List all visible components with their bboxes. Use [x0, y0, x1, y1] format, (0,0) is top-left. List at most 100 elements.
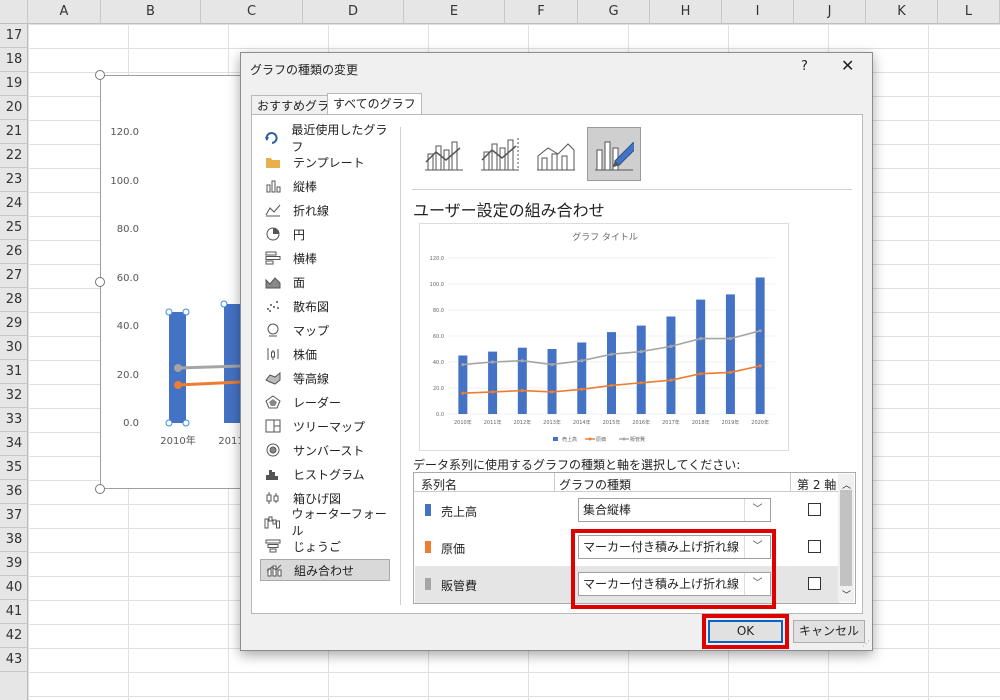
column-header[interactable]: I [722, 0, 794, 24]
row-header[interactable]: 36 [0, 480, 28, 504]
clustered-column-line-button[interactable] [417, 127, 471, 181]
row-header[interactable]: 28 [0, 288, 28, 312]
line-marker[interactable] [461, 363, 465, 367]
row-header[interactable]: 40 [0, 576, 28, 600]
column-header[interactable]: D [303, 0, 404, 24]
row-header[interactable]: 37 [0, 504, 28, 528]
selection-handle[interactable] [182, 419, 190, 427]
chart-category-item[interactable]: 組み合わせ [260, 559, 390, 581]
chart-category-item[interactable]: ツリーマップ [260, 415, 390, 437]
line-marker[interactable] [174, 381, 182, 389]
row-header[interactable]: 41 [0, 600, 28, 624]
column-header[interactable]: E [404, 0, 505, 24]
resize-handle[interactable] [95, 277, 105, 287]
line-marker[interactable] [609, 383, 614, 387]
chart-category-item[interactable]: 最近使用したグラフ [260, 123, 390, 154]
line-marker[interactable] [639, 381, 643, 385]
chart-category-item[interactable]: 株価 [260, 343, 390, 365]
secondary-axis-checkbox[interactable] [808, 577, 821, 590]
row-header[interactable]: 25 [0, 216, 28, 240]
chart-category-item[interactable]: レーダー [260, 391, 390, 413]
line-marker[interactable] [609, 352, 614, 356]
secondary-axis-checkbox[interactable] [808, 540, 821, 553]
resize-handle[interactable] [95, 70, 105, 80]
chart-category-item[interactable]: ウォーターフォール [260, 507, 390, 538]
custom-combination-button[interactable] [587, 127, 641, 181]
chevron-down-icon[interactable]: ﹀ [744, 499, 770, 521]
row-header[interactable]: 38 [0, 528, 28, 552]
chart-category-item[interactable]: 折れ線 [260, 199, 390, 221]
bar[interactable] [224, 304, 241, 423]
tab-all-charts[interactable]: すべてのグラフ [327, 93, 422, 115]
chart-category-item[interactable]: 円 [260, 223, 390, 245]
chart-category-item[interactable]: サンバースト [260, 439, 390, 461]
bar[interactable] [547, 349, 557, 414]
ok-button[interactable]: OK [708, 620, 783, 643]
chart-category-item[interactable]: じょうご [260, 535, 390, 557]
bar[interactable] [696, 299, 706, 414]
row-header[interactable]: 22 [0, 144, 28, 168]
line-marker[interactable] [639, 350, 643, 354]
row-header[interactable]: 31 [0, 360, 28, 384]
line-marker[interactable] [520, 389, 524, 393]
row-header[interactable]: 32 [0, 384, 28, 408]
line-marker[interactable] [669, 378, 673, 382]
column-header[interactable]: F [505, 0, 578, 24]
line-marker[interactable] [550, 363, 554, 367]
chart-category-item[interactable]: 散布図 [260, 295, 390, 317]
bar[interactable] [666, 316, 676, 415]
row-header[interactable]: 18 [0, 48, 28, 72]
scroll-down-icon[interactable]: ﹀ [842, 588, 851, 601]
row-header[interactable]: 33 [0, 408, 28, 432]
line-marker[interactable] [550, 390, 554, 394]
line-marker[interactable] [669, 344, 673, 348]
line-marker[interactable] [520, 359, 524, 363]
line-marker[interactable] [490, 360, 495, 364]
bar[interactable] [636, 325, 646, 414]
chart-category-item[interactable]: マップ [260, 319, 390, 341]
bar[interactable] [725, 294, 735, 414]
line-marker[interactable] [490, 390, 495, 394]
line-marker[interactable] [728, 337, 733, 341]
chart-category-item[interactable]: 等高線 [260, 367, 390, 389]
vertical-scrollbar[interactable]: ︿ ﹀ [838, 474, 854, 602]
chart-category-item[interactable]: 縦棒 [260, 175, 390, 197]
line-marker[interactable] [699, 372, 703, 376]
bar[interactable] [755, 277, 765, 415]
column-header[interactable]: C [201, 0, 303, 24]
row-header[interactable]: 29 [0, 312, 28, 336]
bar[interactable] [607, 332, 616, 414]
select-all-corner[interactable] [0, 0, 28, 24]
row-header[interactable]: 24 [0, 192, 28, 216]
column-header[interactable]: H [650, 0, 722, 24]
scrollbar-thumb[interactable] [840, 490, 852, 586]
resize-grip-icon[interactable]: ⋰ [862, 639, 870, 648]
column-header[interactable]: B [101, 0, 201, 24]
line-marker[interactable] [758, 364, 762, 368]
column-header[interactable]: G [578, 0, 650, 24]
line-marker[interactable] [728, 370, 733, 374]
row-header[interactable]: 19 [0, 72, 28, 96]
line-marker[interactable] [699, 337, 703, 341]
stacked-area-column-button[interactable] [529, 127, 583, 181]
line-marker[interactable] [461, 391, 465, 395]
selection-handle[interactable] [165, 419, 173, 427]
row-header[interactable]: 34 [0, 432, 28, 456]
selection-handle[interactable] [165, 308, 173, 316]
chart-type-select[interactable]: 集合縦棒 ﹀ [578, 498, 771, 522]
line-marker[interactable] [758, 329, 762, 333]
help-button[interactable]: ? [801, 59, 808, 74]
row-header[interactable]: 39 [0, 552, 28, 576]
row-header[interactable]: 42 [0, 624, 28, 648]
selection-handle[interactable] [182, 308, 190, 316]
row-header[interactable]: 17 [0, 24, 28, 48]
clustered-column-line-secondary-button[interactable] [473, 127, 527, 181]
chart-category-item[interactable]: 横棒 [260, 247, 390, 269]
selection-handle[interactable] [220, 300, 228, 308]
row-header[interactable]: 27 [0, 264, 28, 288]
bar[interactable] [517, 347, 527, 414]
chart-category-item[interactable]: テンプレート [260, 151, 390, 173]
secondary-axis-checkbox[interactable] [808, 503, 821, 516]
row-header[interactable]: 21 [0, 120, 28, 144]
column-header[interactable]: L [938, 0, 1000, 24]
